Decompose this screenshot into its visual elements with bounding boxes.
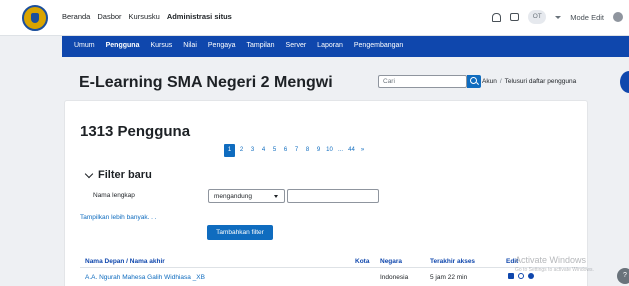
pagination: 1 2 3 4 5 6 7 8 9 10 ... 44 »	[224, 144, 368, 157]
tab-pengguna[interactable]: Pengguna	[106, 42, 140, 49]
page-link[interactable]: 6	[280, 144, 291, 157]
filter-section-toggle[interactable]: Filter baru	[84, 169, 152, 181]
user-name-link[interactable]: A.A. Ngurah Mahesa Galih Widhiasa _XB	[85, 274, 205, 281]
filter-heading-label: Filter baru	[98, 169, 152, 181]
table-row: A.A. Ngurah Mahesa Galih Widhiasa _XB In…	[80, 269, 588, 283]
tab-pengembangan[interactable]: Pengembangan	[354, 42, 403, 49]
tab-server[interactable]: Server	[286, 42, 307, 49]
page-link[interactable]: 4	[258, 144, 269, 157]
edit-mode-toggle[interactable]	[613, 12, 623, 22]
page-link[interactable]: 3	[247, 144, 258, 157]
search-icon[interactable]	[467, 75, 481, 88]
column-header-name[interactable]: Nama Depan / Nama akhir	[85, 258, 165, 265]
filter-operator-select[interactable]: mengandung	[208, 189, 285, 203]
page-title: E-Learning SMA Negeri 2 Mengwi	[79, 74, 333, 91]
windows-activation-watermark: Activate Windows	[515, 255, 587, 265]
column-header-country[interactable]: Negara	[380, 258, 402, 265]
tab-nilai[interactable]: Nilai	[183, 42, 197, 49]
drawer-toggle-button[interactable]	[620, 71, 629, 93]
trash-icon[interactable]	[508, 273, 514, 279]
breadcrumb-akun[interactable]: Akun	[482, 78, 497, 85]
bell-icon[interactable]	[492, 12, 502, 22]
column-header-last-access[interactable]: Terakhir akses	[430, 258, 475, 265]
page-ellipsis: ...	[337, 147, 343, 153]
tab-kursus[interactable]: Kursus	[150, 42, 172, 49]
breadcrumb: Akun / Telusuri daftar pengguna	[482, 78, 576, 85]
search-input[interactable]: Cari	[378, 75, 467, 88]
edit-mode-label: Mode Edit	[570, 12, 604, 22]
page-link[interactable]: 44	[346, 144, 357, 157]
page-link[interactable]: 8	[302, 144, 313, 157]
help-button[interactable]: ?	[617, 268, 629, 284]
tab-laporan[interactable]: Laporan	[317, 42, 343, 49]
nav-item-dasbor[interactable]: Dasbor	[97, 12, 121, 21]
breadcrumb-telusuri[interactable]: Telusuri daftar pengguna	[505, 78, 577, 85]
nav-item-beranda[interactable]: Beranda	[62, 12, 90, 21]
school-logo-icon[interactable]	[22, 5, 48, 31]
nav-item-administrasi-situs[interactable]: Administrasi situs	[167, 12, 232, 21]
page-link[interactable]: 5	[269, 144, 280, 157]
chevron-down-icon	[84, 169, 94, 178]
nav-item-kursusku[interactable]: Kursusku	[129, 12, 160, 21]
page-link[interactable]: 1	[224, 144, 235, 157]
users-table-header: Nama Depan / Nama akhir Kota Negara Tera…	[80, 254, 588, 268]
user-country: Indonesia	[380, 274, 409, 281]
tab-umum[interactable]: Umum	[74, 42, 95, 49]
avatar[interactable]: OT	[528, 10, 547, 24]
gear-icon[interactable]	[528, 273, 534, 279]
windows-activation-subtext: Go to Settings to activate Windows.	[515, 267, 594, 273]
filter-value-input[interactable]	[287, 189, 379, 203]
primary-navigation: Beranda Dasbor Kursusku Administrasi sit…	[62, 12, 232, 21]
page-link[interactable]: 2	[236, 144, 247, 157]
user-count-heading: 1313 Pengguna	[80, 123, 191, 140]
tab-pengaya[interactable]: Pengaya	[208, 42, 236, 49]
top-navbar: Beranda Dasbor Kursusku Administrasi sit…	[0, 0, 629, 36]
eye-icon[interactable]	[518, 273, 524, 279]
user-menu-area: OT Mode Edit	[492, 10, 623, 24]
page-link[interactable]: 10	[324, 144, 335, 157]
chevron-down-icon[interactable]	[555, 15, 562, 19]
add-filter-button[interactable]: Tambahkan filter	[207, 225, 273, 240]
show-more-link[interactable]: Tampilkan lebih banyak. . .	[80, 214, 157, 221]
column-header-city[interactable]: Kota	[355, 258, 369, 265]
filter-field-label: Nama lengkap	[93, 192, 135, 199]
next-page-link[interactable]: »	[357, 144, 368, 157]
tab-tampilan[interactable]: Tampilan	[247, 42, 275, 49]
admin-secondary-nav: Umum Pengguna Kursus Nilai Pengaya Tampi…	[62, 36, 629, 57]
user-last-access: 5 jam 22 min	[430, 274, 468, 281]
page-link[interactable]: 7	[291, 144, 302, 157]
breadcrumb-separator: /	[499, 78, 502, 85]
chat-icon[interactable]	[510, 13, 520, 21]
page-link[interactable]: 9	[313, 144, 324, 157]
